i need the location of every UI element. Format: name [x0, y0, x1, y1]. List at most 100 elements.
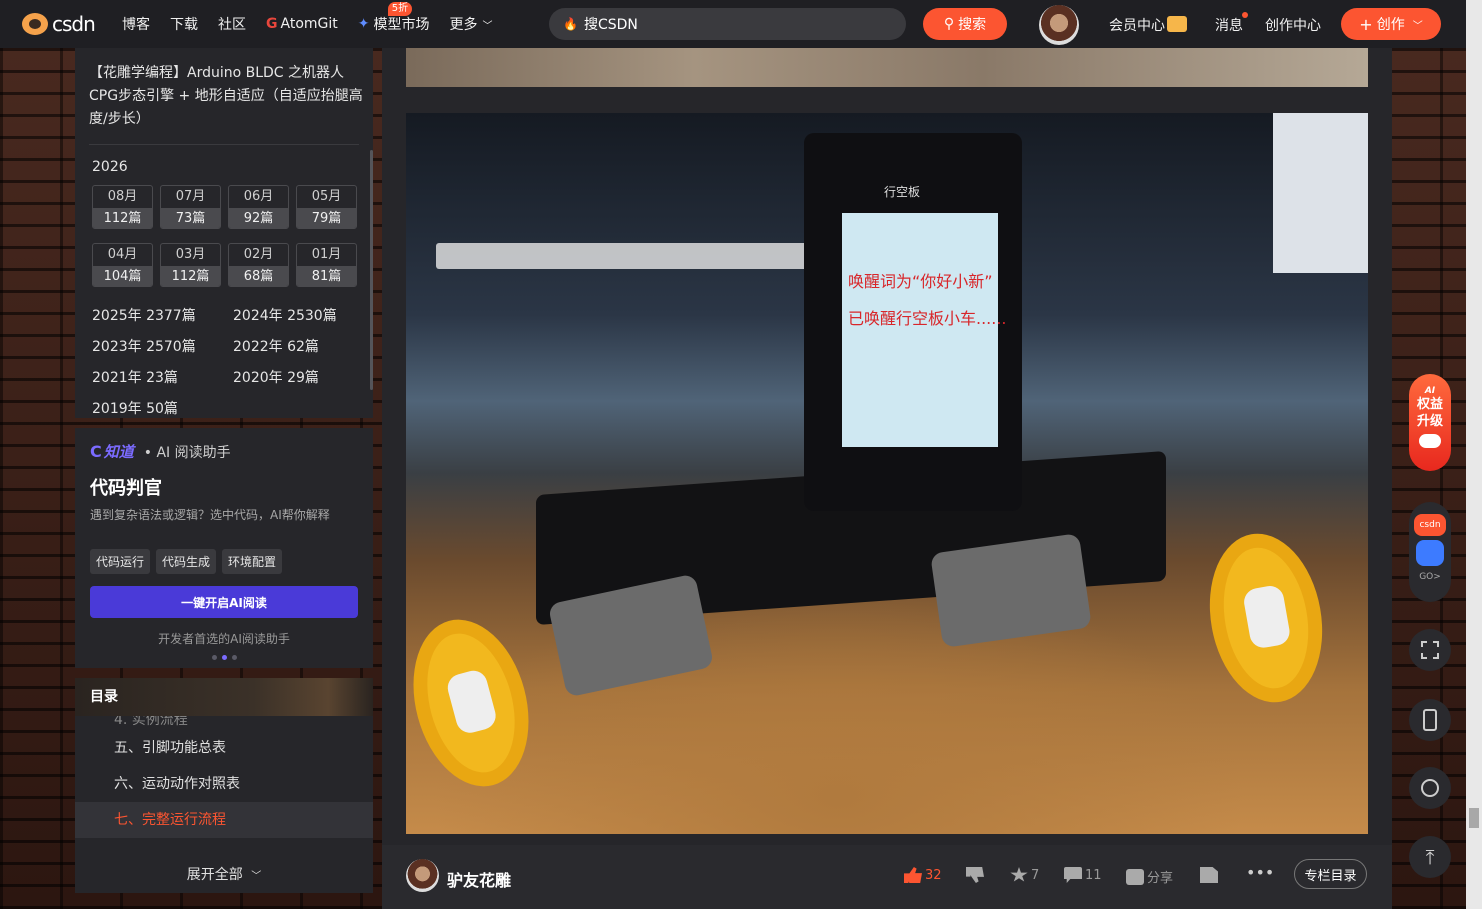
year-item[interactable]: 2019年 50篇 — [92, 398, 233, 417]
nav-item-model-market[interactable]: ✦ 模型市场 5折 — [357, 2, 430, 34]
toc-item[interactable]: 4. 实例流程 — [75, 716, 373, 730]
fullscreen-icon — [1421, 641, 1439, 659]
year-item[interactable]: 2023年 2570篇 — [92, 336, 233, 355]
carousel-dots — [75, 647, 373, 660]
month-cell[interactable]: 06月 92篇 — [228, 185, 289, 229]
csdn-badge: csdn — [1414, 514, 1446, 536]
screen-line-1: 唤醒词为“你好小新” — [848, 272, 993, 291]
like-button[interactable]: 32 — [904, 867, 942, 883]
thumbs-down-icon — [966, 867, 984, 883]
pdf-button[interactable] — [1200, 867, 1221, 883]
search-button[interactable]: ⚲ 搜索 — [923, 8, 1007, 40]
tag-env-config[interactable]: 环境配置 — [222, 549, 283, 574]
creator-center-link[interactable]: 创作中心 — [1265, 15, 1321, 35]
share-label: 分享 — [1147, 871, 1174, 886]
mobile-view-button[interactable] — [1409, 699, 1451, 741]
month-cell[interactable]: 04月 104篇 — [92, 243, 153, 287]
nav-item-atomgit[interactable]: G AtomGit — [266, 16, 338, 32]
star-icon — [1010, 867, 1028, 882]
carousel-dot-active[interactable] — [221, 655, 227, 660]
month-cell[interactable]: 07月 73篇 — [160, 185, 221, 229]
page-scrollbar[interactable] — [1466, 0, 1482, 909]
zhidao-title: 代码判官 — [90, 478, 162, 499]
zhidao-tags: 代码运行 代码生成 环境配置 — [75, 523, 373, 574]
month-label: 04月 — [107, 247, 138, 262]
scrollbar-thumb[interactable] — [1469, 808, 1479, 828]
search-button-label: 搜索 — [958, 17, 987, 33]
toc-panel: 目录 4. 实例流程 五、引脚功能总表 六、运动动作对照表 七、完整运行流程 展… — [75, 678, 373, 893]
plus-icon: + — [1359, 14, 1373, 34]
like-count: 32 — [925, 867, 942, 883]
chevron-down-icon: ﹀ — [251, 871, 262, 882]
month-count: 112篇 — [161, 266, 220, 286]
year-item[interactable]: 2022年 62篇 — [233, 336, 373, 355]
article-main: 行空板 唤醒词为“你好小新” 已唤醒行空板小车...... 驴友花雕 32 7 … — [382, 48, 1392, 909]
fullscreen-button[interactable] — [1409, 629, 1451, 671]
csdn-go-button[interactable]: csdn GO> — [1409, 502, 1451, 602]
toc-item[interactable]: 五、引脚功能总表 — [75, 730, 373, 766]
comment-button[interactable]: 11 — [1064, 867, 1102, 883]
archive-scrollbar[interactable] — [370, 150, 373, 390]
carousel-dot[interactable] — [231, 655, 237, 660]
board-screen — [842, 213, 998, 447]
month-cell[interactable]: 01月 81篇 — [296, 243, 357, 287]
year-item[interactable]: 2024年 2530篇 — [233, 305, 373, 324]
create-button[interactable]: + 创作 ﹀ — [1341, 8, 1441, 40]
year-item[interactable]: 2020年 29篇 — [233, 367, 373, 386]
favorite-button[interactable]: 7 — [1010, 867, 1039, 883]
toc-expand-button[interactable]: 展开全部 ﹀ — [75, 857, 373, 893]
back-to-top-button[interactable]: ⤒ — [1409, 836, 1451, 878]
ai-benefit-upgrade-button[interactable]: AI 权益 升级 — [1409, 374, 1451, 471]
search-input[interactable]: 🔥 搜CSDN — [549, 8, 906, 40]
year-item[interactable]: 2021年 23篇 — [92, 367, 233, 386]
tag-code-gen[interactable]: 代码生成 — [156, 549, 217, 574]
toc-item-active[interactable]: 七、完整运行流程 — [75, 802, 373, 838]
month-count: 73篇 — [161, 208, 220, 228]
month-label: 05月 — [311, 189, 342, 204]
go-label: GO> — [1419, 572, 1441, 582]
column-toc-button[interactable]: 专栏目录 — [1294, 859, 1367, 889]
atomgit-icon: G — [266, 16, 278, 32]
article-photo-robot-car: 行空板 唤醒词为“你好小新” 已唤醒行空板小车...... — [406, 113, 1368, 834]
nav-item-blog[interactable]: 博客 — [122, 14, 150, 34]
carousel-dot[interactable] — [211, 655, 217, 660]
month-count: 79篇 — [297, 208, 356, 228]
messages-link[interactable]: 消息 — [1215, 15, 1243, 35]
toc-title: 目录 — [75, 678, 373, 716]
sparkle-icon: ✦ — [357, 16, 370, 32]
archive-panel: 【花雕学编程】Arduino BLDC 之机器人CPG步态引擎 + 地形自适应（… — [75, 48, 373, 418]
feedback-button[interactable] — [1409, 767, 1451, 809]
more-button[interactable]: ••• — [1246, 863, 1274, 882]
nav-menu: 博客 下载 社区 G AtomGit ✦ 模型市场 5折 更多 ﹀ — [122, 2, 513, 34]
archive-year: 2026 — [92, 159, 128, 175]
dislike-button[interactable] — [966, 867, 987, 883]
year-item[interactable]: 2025年 2377篇 — [92, 305, 233, 324]
vip-center-link[interactable]: 会员中心 — [1109, 15, 1187, 35]
month-cell[interactable]: 05月 79篇 — [296, 185, 357, 229]
share-icon — [1126, 868, 1144, 885]
nav-item-download[interactable]: 下载 — [170, 14, 198, 34]
user-avatar[interactable] — [1039, 5, 1079, 45]
share-button[interactable]: 分享 — [1126, 867, 1173, 886]
recent-article-title[interactable]: 【花雕学编程】Arduino BLDC 之机器人CPG步态引擎 + 地形自适应（… — [75, 48, 373, 131]
ai-reading-assistant-panel: C 知道 • AI 阅读助手 代码判官 遇到复杂语法或逻辑？选中代码，AI帮你解… — [75, 428, 373, 668]
tag-code-run[interactable]: 代码运行 — [90, 549, 151, 574]
month-cell[interactable]: 08月 112篇 — [92, 185, 153, 229]
zhidao-logo: 知道 — [103, 443, 134, 461]
month-label: 06月 — [243, 189, 274, 204]
csdn-logo[interactable]: csdn — [22, 12, 114, 36]
top-navbar: csdn 博客 下载 社区 G AtomGit ✦ 模型市场 5折 更多 ﹀ 🔥 搜CS… — [0, 0, 1466, 48]
nav-item-more[interactable]: 更多 ﹀ — [450, 14, 493, 34]
author-name[interactable]: 驴友花雕 — [447, 867, 511, 891]
month-label: 01月 — [311, 247, 342, 262]
search-placeholder: 搜CSDN — [583, 17, 638, 33]
toc-item[interactable]: 六、运动动作对照表 — [75, 766, 373, 802]
author-avatar[interactable] — [406, 859, 439, 892]
article-action-bar: 驴友花雕 32 7 11 分享 ••• 专栏目录 — [382, 845, 1392, 909]
month-cell[interactable]: 02月 68篇 — [228, 243, 289, 287]
ai-badge-line1: 权益 — [1416, 397, 1443, 412]
month-cell[interactable]: 03月 112篇 — [160, 243, 221, 287]
month-count: 92篇 — [229, 208, 288, 228]
nav-item-community[interactable]: 社区 — [218, 14, 246, 34]
enable-ai-reading-button[interactable]: 一键开启AI阅读 — [90, 586, 358, 618]
